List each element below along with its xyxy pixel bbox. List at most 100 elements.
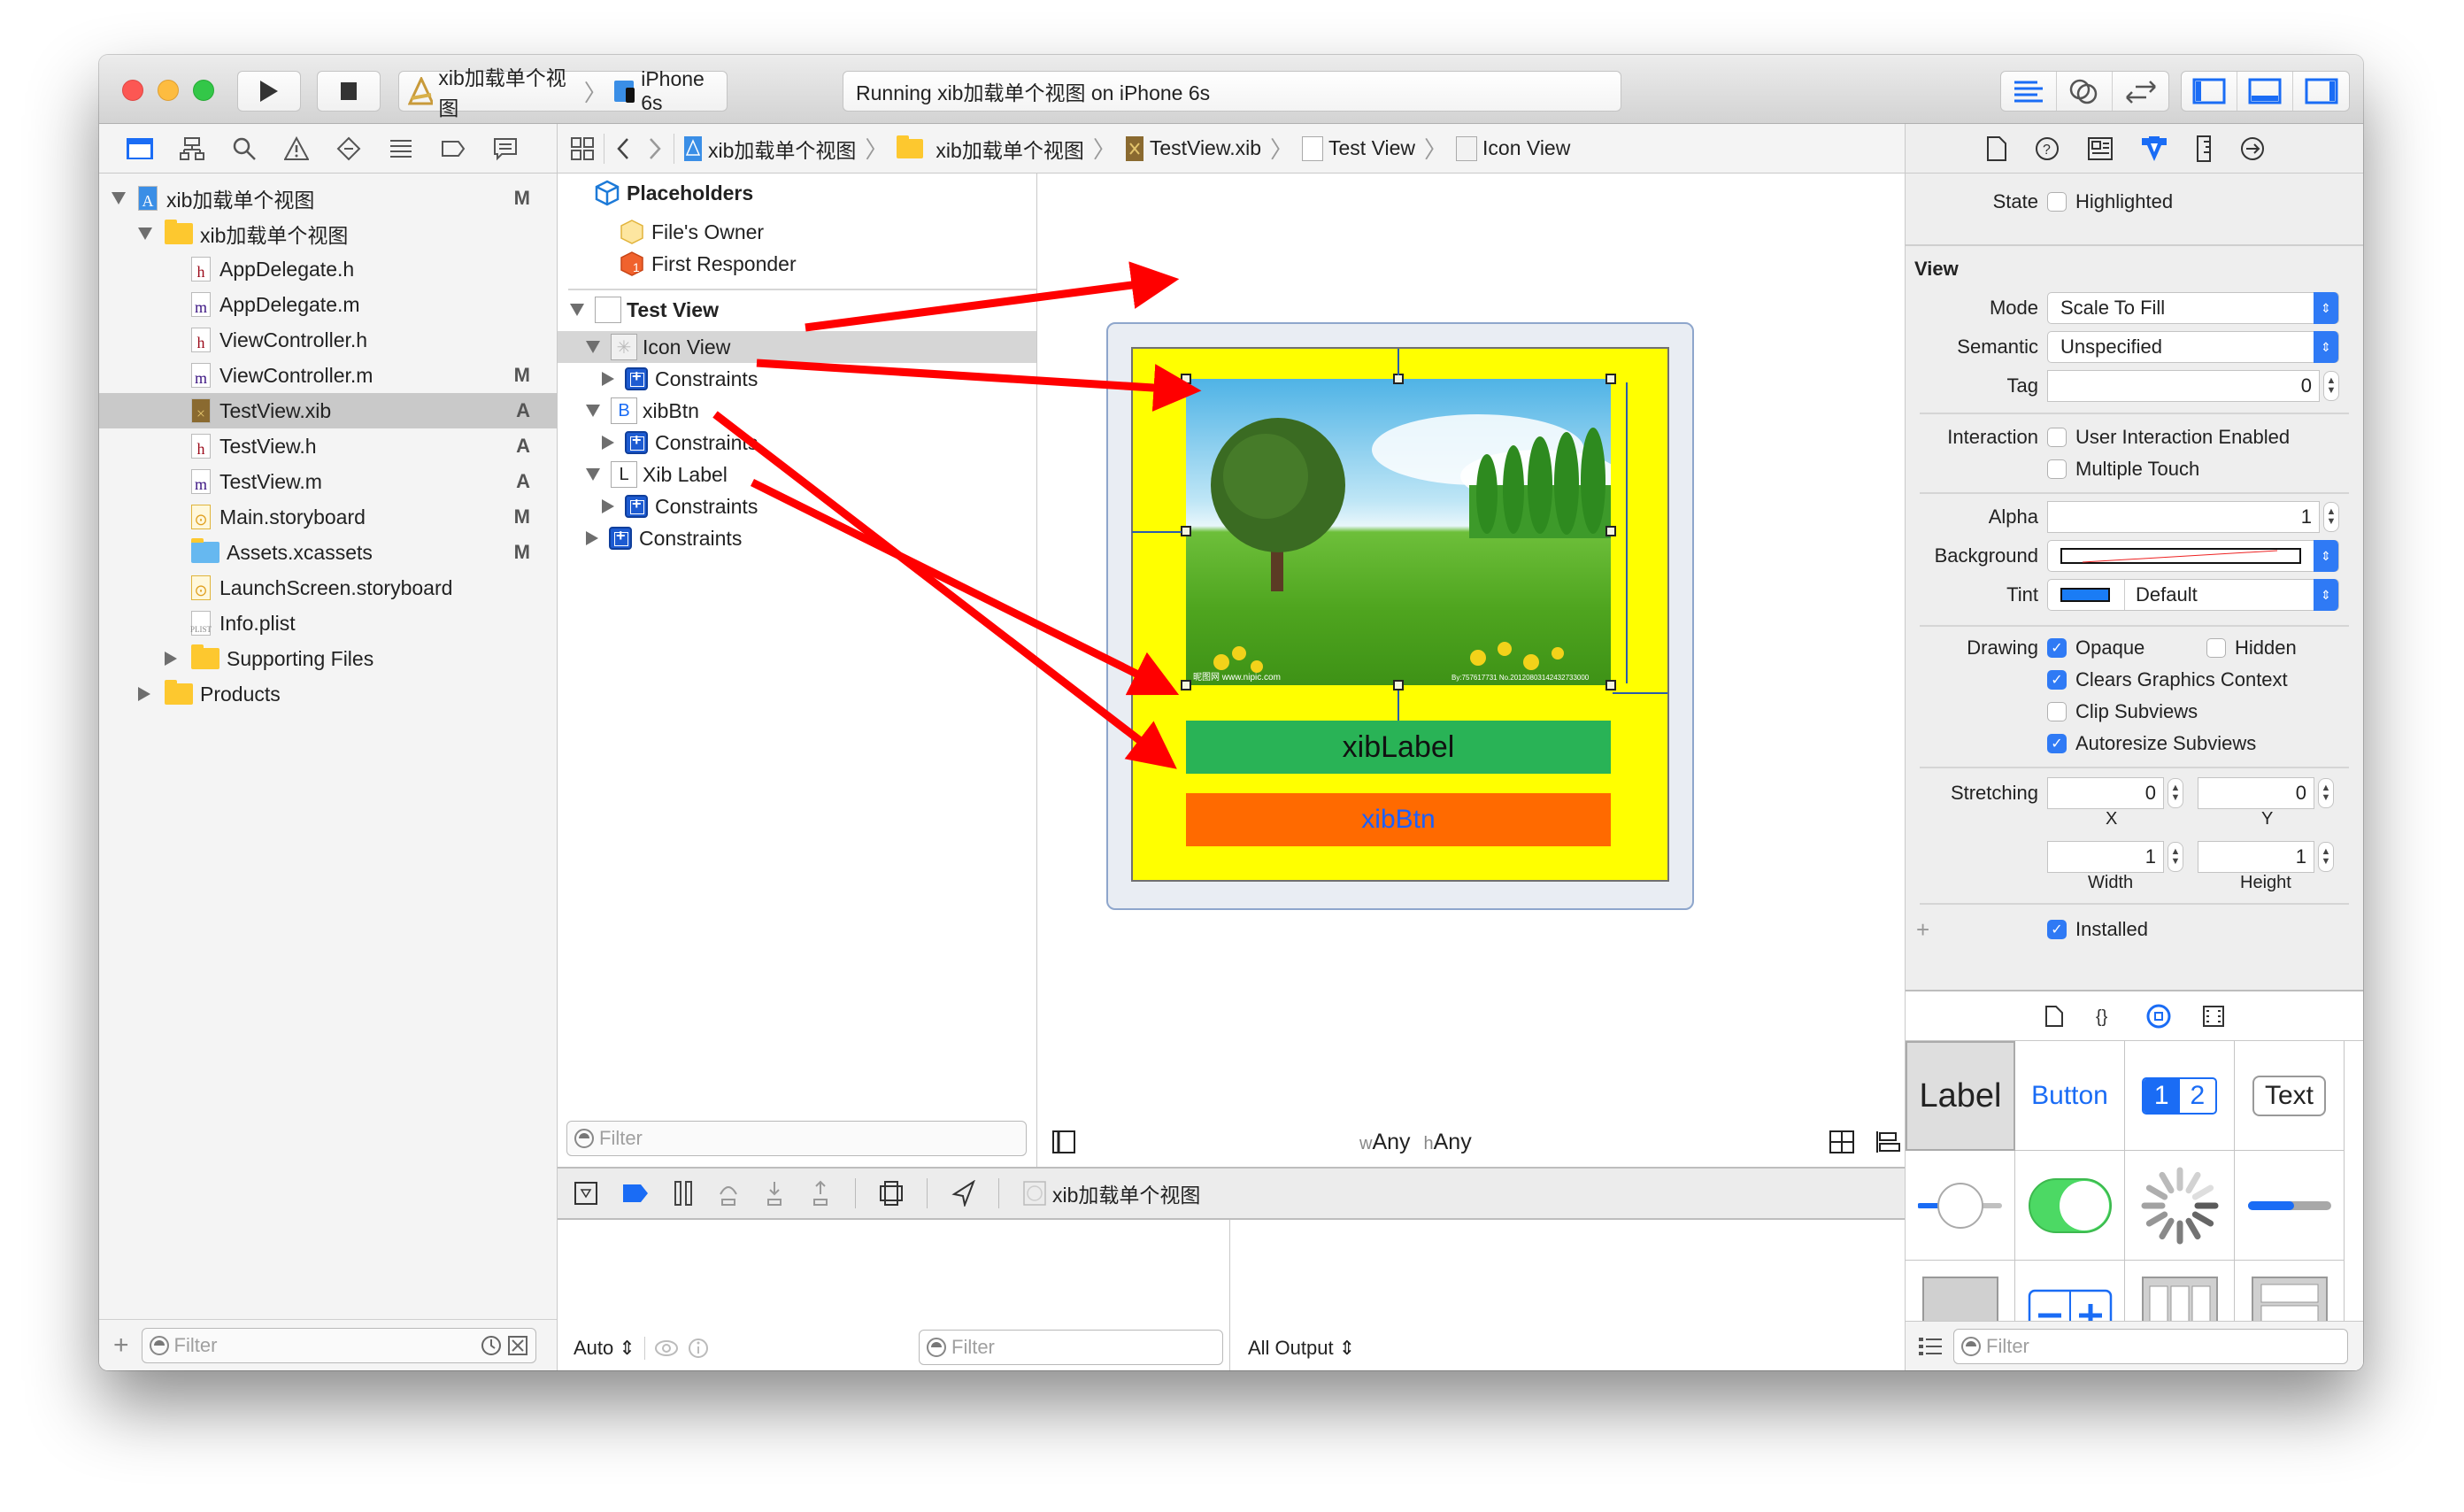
show-outline-icon[interactable] <box>1051 1130 1076 1154</box>
quick-look-eye-icon[interactable] <box>654 1338 679 1359</box>
disclosure-open-icon[interactable] <box>586 468 600 481</box>
alpha-field[interactable]: 1 <box>2047 501 2320 533</box>
resize-handle-bottom-left[interactable] <box>1181 680 1191 690</box>
hidden-checkbox[interactable] <box>2206 638 2226 658</box>
tint-popup[interactable]: Default ⇕ <box>2047 579 2339 611</box>
disclosure-open-icon[interactable] <box>586 405 600 417</box>
mode-popup[interactable]: Scale To Fill ⇕ <box>2047 292 2339 324</box>
crumb-group[interactable]: xib加载单个视图 <box>897 134 1084 164</box>
test-navigator-tab[interactable] <box>335 135 363 163</box>
opaque-checkbox[interactable]: ✓ <box>2047 638 2067 658</box>
disclosure-closed-icon[interactable] <box>138 687 150 701</box>
version-editor-button[interactable] <box>2113 72 2168 111</box>
library-item-text-field[interactable]: Text <box>2235 1041 2345 1151</box>
code-snippet-icon[interactable]: {} <box>2094 1005 2115 1028</box>
info-icon[interactable] <box>688 1338 709 1359</box>
file-tree-item[interactable]: m AppDelegate.m <box>99 287 557 322</box>
stretch-y-field[interactable]: 0 <box>2198 777 2314 809</box>
file-tree-item[interactable]: h ViewController.h <box>99 322 557 358</box>
alpha-stepper[interactable]: ▲ ▼ <box>2323 502 2339 532</box>
disclosure-toggle[interactable] <box>165 652 191 666</box>
step-into-icon[interactable] <box>763 1180 786 1207</box>
resize-handle-top-left[interactable] <box>1181 374 1191 384</box>
run-button[interactable] <box>237 71 301 112</box>
highlighted-checkbox[interactable] <box>2047 192 2067 212</box>
quick-help-icon[interactable]: ? <box>2034 135 2060 162</box>
library-item-segmented-control[interactable]: 1 2 <box>2125 1041 2235 1151</box>
zoom-window-button[interactable] <box>193 80 214 101</box>
add-variation-button[interactable]: + <box>1916 916 1929 944</box>
autoresize-subviews-checkbox[interactable]: ✓ <box>2047 734 2067 753</box>
stretch-x-field[interactable]: 0 <box>2047 777 2164 809</box>
disclosure-open-icon[interactable] <box>138 228 152 240</box>
tag-field[interactable]: 0 <box>2047 370 2320 402</box>
clears-graphics-context-checkbox[interactable]: ✓ <box>2047 670 2067 690</box>
stop-button[interactable] <box>317 71 381 112</box>
stretch-y-stepper[interactable]: ▲ ▼ <box>2318 778 2334 808</box>
align-icon[interactable] <box>1875 1130 1901 1154</box>
stretch-height-field[interactable]: 1 <box>2198 841 2314 873</box>
step-over-icon[interactable] <box>717 1180 740 1207</box>
add-file-button[interactable]: + <box>113 1331 129 1361</box>
outline-filter-input[interactable]: Filter <box>566 1121 1027 1156</box>
clip-subviews-checkbox[interactable] <box>2047 702 2067 721</box>
multiple-touch-checkbox[interactable] <box>2047 459 2067 479</box>
size-class-control[interactable]: wAny hAny <box>1359 1130 1472 1155</box>
outline-item[interactable]: ✳ Icon View <box>558 331 1036 363</box>
resize-handle-top-right[interactable] <box>1605 374 1616 384</box>
connections-inspector-icon[interactable] <box>2239 135 2266 162</box>
minimize-window-button[interactable] <box>158 80 179 101</box>
user-interaction-checkbox[interactable] <box>2047 428 2067 447</box>
disclosure-closed-icon[interactable] <box>586 531 598 545</box>
disclosure-toggle[interactable] <box>112 192 138 204</box>
library-item-progress-view[interactable] <box>2235 1151 2345 1261</box>
scheme-selector[interactable]: xib加载单个视图 〉 iPhone 6s <box>398 66 728 120</box>
hide-debug-area-icon[interactable] <box>574 1181 598 1206</box>
disclosure-open-icon[interactable] <box>586 341 600 353</box>
find-navigator-tab[interactable] <box>230 135 258 163</box>
debug-navigator-tab[interactable] <box>387 135 415 163</box>
tag-stepper[interactable]: ▲ ▼ <box>2323 371 2339 401</box>
scm-status-filter-icon[interactable] <box>507 1335 528 1356</box>
debug-area-toggle-button[interactable] <box>2237 72 2293 111</box>
resize-handle-left[interactable] <box>1181 526 1191 536</box>
crumb-project[interactable]: xib加载单个视图 <box>683 134 856 164</box>
file-tree-item[interactable]: h AppDelegate.h <box>99 251 557 287</box>
disclosure-closed-icon[interactable] <box>165 652 177 666</box>
test-view-item[interactable]: Test View <box>558 294 1036 326</box>
identity-inspector-icon[interactable] <box>2087 136 2114 161</box>
library-item-switch[interactable] <box>2015 1151 2125 1261</box>
attributes-inspector-icon[interactable] <box>2140 135 2168 163</box>
crumb-icon-view[interactable]: Icon View <box>1456 135 1570 161</box>
outline-item[interactable]: Constraints <box>558 490 1036 522</box>
file-tree-item[interactable]: Axib加载单个视图 M <box>99 181 557 216</box>
symbol-navigator-tab[interactable] <box>178 135 206 163</box>
file-tree-item[interactable]: × TestView.xib A <box>99 393 557 428</box>
files-owner-item[interactable]: File's Owner <box>558 216 1036 248</box>
installed-checkbox[interactable]: ✓ <box>2047 920 2067 939</box>
project-navigator-tab[interactable] <box>126 135 154 163</box>
list-view-toggle-icon[interactable] <box>1918 1336 1943 1357</box>
step-out-icon[interactable] <box>809 1180 832 1207</box>
icon-image-view[interactable]: 昵图网 www.nipic.com By:757617731 No.201208… <box>1186 379 1611 685</box>
file-tree-item[interactable]: xib加载单个视图 <box>99 216 557 251</box>
resize-handle-right[interactable] <box>1605 526 1616 536</box>
console-view[interactable]: All Output ⇕ <box>1230 1220 2004 1370</box>
report-navigator-tab[interactable] <box>491 135 520 163</box>
related-items-icon[interactable] <box>570 136 595 161</box>
outline-item[interactable]: L Xib Label <box>558 459 1036 490</box>
outline-item[interactable]: Constraints <box>558 427 1036 459</box>
resize-handle-bottom-right[interactable] <box>1605 680 1616 690</box>
background-color-popup[interactable]: ⇕ <box>2047 540 2339 572</box>
disclosure-open-icon[interactable] <box>570 304 584 316</box>
file-tree-item[interactable]: m ViewController.m M <box>99 358 557 393</box>
view-debugger-icon[interactable] <box>879 1180 904 1207</box>
stack-icon[interactable] <box>1829 1130 1855 1154</box>
stretch-x-stepper[interactable]: ▲ ▼ <box>2168 778 2183 808</box>
disclosure-closed-icon[interactable] <box>602 436 614 450</box>
variables-filter-input[interactable]: Filter <box>919 1330 1223 1365</box>
file-tree-item[interactable]: Assets.xcassets M <box>99 535 557 570</box>
library-item-button[interactable]: Button <box>2015 1041 2125 1151</box>
standard-editor-button[interactable] <box>2001 72 2057 111</box>
size-inspector-icon[interactable] <box>2195 135 2213 163</box>
